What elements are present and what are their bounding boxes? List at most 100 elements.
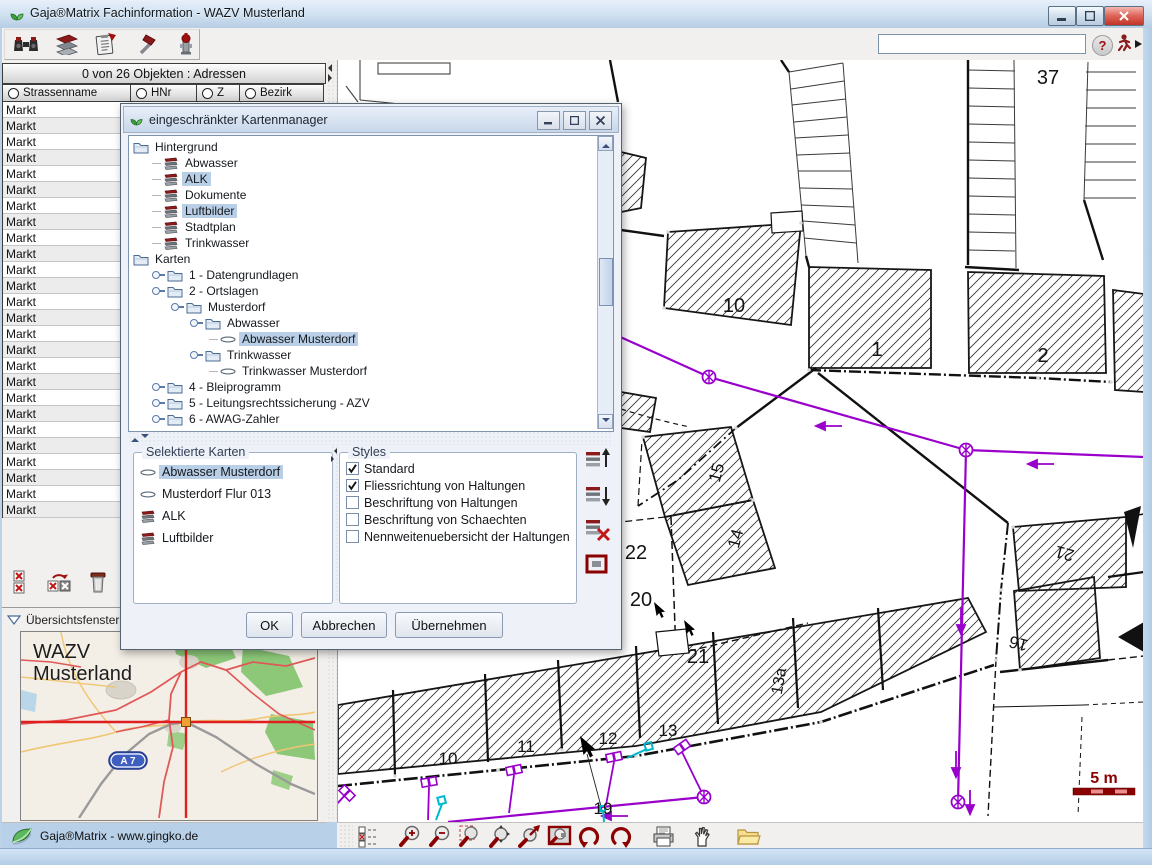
dialog-splitter-horizontal[interactable] [128, 431, 612, 445]
tree-expand-handle-icon[interactable] [190, 351, 203, 359]
collapse-left-icon[interactable] [328, 64, 332, 72]
binoculars-icon[interactable] [8, 31, 44, 57]
undo-view-icon[interactable] [575, 824, 605, 848]
overview-map[interactable]: A 7 WAZV Musterland [20, 631, 318, 821]
tree-expand-handle-icon[interactable] [152, 399, 165, 407]
splitter-left-icon[interactable] [331, 448, 337, 454]
style-checkbox-row[interactable]: Fliessrichtung von Haltungen [340, 477, 576, 494]
style-checkbox-row[interactable]: Nennweitenuebersicht der Haltungen [340, 528, 576, 545]
dialog-titlebar[interactable]: eingeschränkter Kartenmanager [123, 106, 619, 133]
zoom-full-icon[interactable] [545, 824, 575, 848]
exit-runner-icon[interactable] [1114, 33, 1144, 60]
tree-item[interactable]: 1 - Datengrundlagen [129, 267, 613, 283]
zoom-in-icon[interactable] [395, 824, 425, 848]
column-header-strassenname[interactable]: Strassenname [2, 84, 131, 102]
search-input[interactable] [878, 34, 1086, 54]
zoom-pan-icon[interactable] [485, 824, 515, 848]
checkbox-icon[interactable] [346, 496, 359, 509]
pan-hand-icon[interactable] [687, 824, 717, 848]
titlebar[interactable]: Gaja®Matrix Fachinformation - WAZV Muste… [0, 0, 1152, 29]
tree-item[interactable]: Trinkwasser Musterdorf [129, 363, 613, 379]
help-button[interactable]: ? [1092, 35, 1113, 56]
style-checkbox-row[interactable]: Standard [340, 460, 576, 477]
style-checkbox-row[interactable]: Beschriftung von Haltungen [340, 494, 576, 511]
maximize-button[interactable] [1076, 6, 1104, 26]
tree-item[interactable]: Dokumente [129, 187, 613, 203]
tree-item[interactable]: 2 - Ortslagen [129, 283, 613, 299]
invert-selection-icon[interactable] [46, 570, 72, 599]
checkbox-icon[interactable] [346, 530, 359, 543]
checkbox-icon[interactable] [346, 479, 359, 492]
dialog-maximize-button[interactable] [563, 111, 586, 130]
window-bottom-border [0, 848, 1152, 865]
layers-icon[interactable] [48, 31, 84, 57]
zoom-last-icon[interactable] [515, 824, 545, 848]
scroll-down-icon[interactable] [598, 414, 613, 429]
checkbox-icon[interactable] [346, 513, 359, 526]
style-checkbox-row[interactable]: Beschriftung von Schaechten [340, 511, 576, 528]
selected-map-item[interactable]: Luftbilder [134, 527, 332, 549]
ok-button[interactable]: OK [246, 612, 293, 638]
minimize-button[interactable] [1048, 6, 1076, 26]
hammer-icon[interactable] [128, 31, 164, 57]
zoom-window-icon[interactable] [455, 824, 485, 848]
checkbox-icon[interactable] [346, 462, 359, 475]
splitter-right-icon[interactable] [331, 456, 337, 462]
tree-item[interactable]: Stadtplan [129, 219, 613, 235]
tree-expand-handle-icon[interactable] [171, 303, 184, 311]
move-layer-down-icon[interactable] [583, 482, 613, 508]
tree-item[interactable]: Musterdorf [129, 299, 613, 315]
tree-item[interactable]: Trinkwasser [129, 347, 613, 363]
scroll-up-icon[interactable] [598, 136, 613, 151]
tree-scrollbar[interactable] [597, 136, 613, 429]
tree-item[interactable]: Luftbilder [129, 203, 613, 219]
tree-expand-handle-icon[interactable] [152, 383, 165, 391]
column-header-bezirk[interactable]: Bezirk [240, 84, 324, 102]
folder-icon[interactable] [733, 824, 763, 848]
dialog-minimize-button[interactable] [537, 111, 560, 130]
tree-item[interactable]: Abwasser [129, 315, 613, 331]
tree-item[interactable]: 4 - Bleiprogramm [129, 379, 613, 395]
selected-map-item[interactable]: Musterdorf Flur 013 [134, 483, 332, 505]
remove-layer-icon[interactable] [583, 517, 613, 543]
zoom-out-icon[interactable] [425, 824, 455, 848]
splitter-up-icon[interactable] [131, 434, 139, 442]
report-icon[interactable] [88, 31, 124, 57]
expand-right-icon[interactable] [328, 74, 332, 82]
splitter-down-icon[interactable] [141, 434, 149, 442]
tree-item[interactable]: Hintergrund [129, 139, 613, 155]
overview-header[interactable]: Übersichtsfenster [6, 611, 119, 629]
tree-expand-handle-icon[interactable] [152, 287, 165, 295]
column-header-z[interactable]: Z [197, 84, 240, 102]
layer-list-icon[interactable] [353, 824, 383, 848]
move-layer-up-icon[interactable] [583, 447, 613, 473]
delete-icon[interactable] [86, 570, 110, 599]
selected-map-item[interactable]: ALK [134, 505, 332, 527]
clear-selection-icon[interactable] [10, 570, 32, 599]
cancel-button[interactable]: Abbrechen [301, 612, 387, 638]
tree-item[interactable]: Abwasser [129, 155, 613, 171]
tree-item[interactable]: Trinkwasser [129, 235, 613, 251]
dialog-splitter-vertical[interactable] [331, 445, 339, 602]
layer-order-toolbar [579, 447, 617, 578]
scrollbar-thumb[interactable] [599, 258, 613, 306]
fit-extent-icon[interactable] [583, 552, 613, 578]
redo-view-icon[interactable] [605, 824, 635, 848]
close-button[interactable] [1104, 6, 1144, 26]
tree-item[interactable]: 5 - Leitungsrechtssicherung - AZV [129, 395, 613, 411]
apply-button[interactable]: Übernehmen [395, 612, 503, 638]
tree-item[interactable]: Abwasser Musterdorf [129, 331, 613, 347]
column-header-hnr[interactable]: HNr [131, 84, 197, 102]
dialog-close-button[interactable] [589, 111, 612, 130]
print-icon[interactable] [649, 824, 679, 848]
result-count-header[interactable]: 0 von 26 Objekten : Adressen [2, 63, 326, 84]
tree-item[interactable]: Karten [129, 251, 613, 267]
tree-expand-handle-icon[interactable] [152, 271, 165, 279]
tree-expand-handle-icon[interactable] [152, 415, 165, 423]
tree-expand-handle-icon[interactable] [190, 319, 203, 327]
hydrant-icon[interactable] [168, 31, 204, 57]
selected-map-item[interactable]: Abwasser Musterdorf [134, 461, 332, 483]
tree-item[interactable]: ALK [129, 171, 613, 187]
toolbar-grip[interactable] [339, 824, 353, 848]
tree-item[interactable]: 6 - AWAG-Zahler [129, 411, 613, 427]
